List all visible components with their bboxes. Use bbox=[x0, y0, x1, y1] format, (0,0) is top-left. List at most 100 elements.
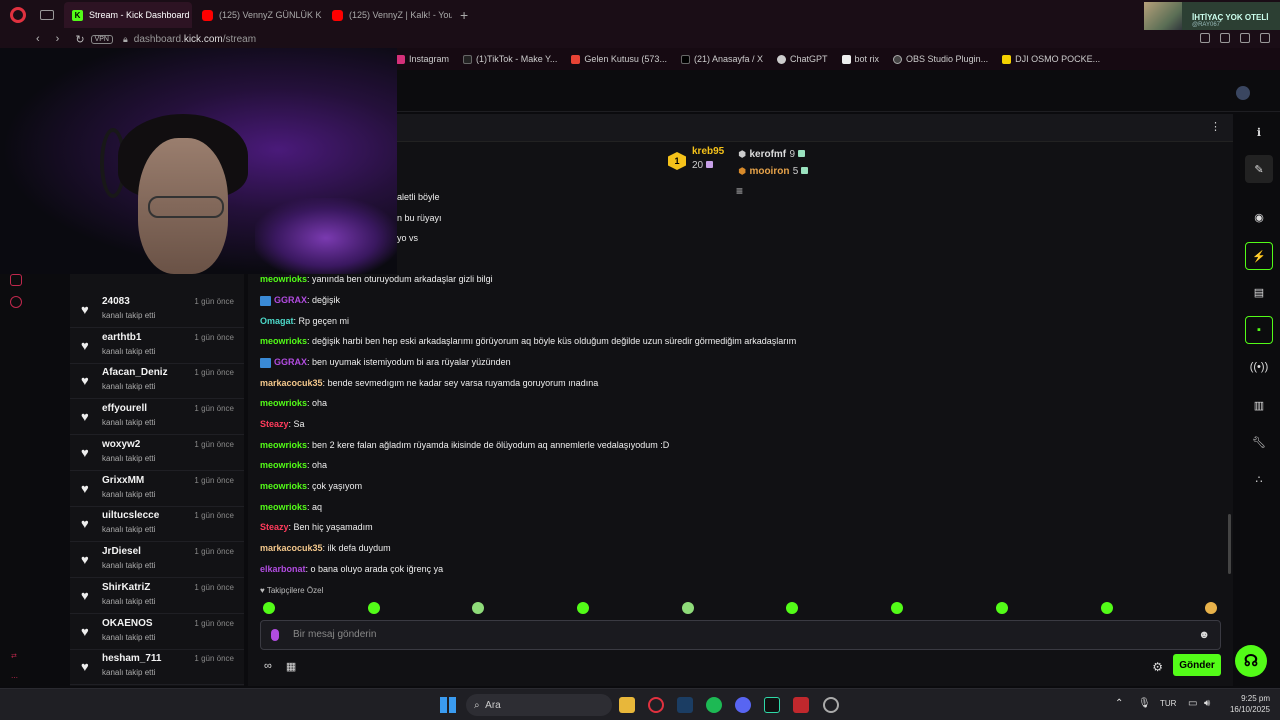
chat-settings-icon[interactable]: ⚙ bbox=[1152, 660, 1163, 674]
discord-icon[interactable] bbox=[735, 697, 751, 713]
nav-expand-icon[interactable]: ⇄ bbox=[11, 652, 17, 660]
emote-icon[interactable] bbox=[891, 602, 903, 614]
emote-icon[interactable] bbox=[1205, 602, 1217, 614]
tab-youtube-1[interactable]: (125) VennyZ GÜNLÜK K bbox=[194, 2, 322, 28]
emoji-picker-icon[interactable]: ☻ bbox=[1198, 629, 1210, 641]
spotify-icon[interactable] bbox=[706, 697, 722, 713]
chat-username[interactable]: elkarbonat bbox=[260, 564, 306, 574]
chat-username[interactable]: meowrioks bbox=[260, 481, 307, 491]
follower-item[interactable]: ♥ woxyw2 kanalı takip etti 1 gün önce bbox=[70, 435, 244, 471]
emote-icon[interactable] bbox=[682, 602, 694, 614]
emote-icon[interactable] bbox=[472, 602, 484, 614]
follower-item[interactable]: ♥ effyourell kanalı takip etti 1 gün önce bbox=[70, 399, 244, 435]
chat-username[interactable]: meowrioks bbox=[260, 274, 307, 284]
follower-item[interactable]: ♥ hesham_711 kanalı takip etti 1 gün önce bbox=[70, 649, 244, 685]
emote-icon[interactable] bbox=[577, 602, 589, 614]
emote-icon[interactable] bbox=[786, 602, 798, 614]
avatar[interactable] bbox=[1236, 86, 1250, 100]
mic-icon[interactable] bbox=[271, 629, 279, 641]
steam-icon[interactable] bbox=[677, 697, 693, 713]
reload-icon[interactable]: ↻ bbox=[75, 33, 84, 46]
extensions-icon[interactable] bbox=[1240, 33, 1250, 43]
bookmark-chatgpt[interactable]: ChatGPT bbox=[777, 54, 828, 64]
follower-item[interactable]: ♥ earthtb1 kanalı takip etti 1 gün önce bbox=[70, 328, 244, 364]
emote-icon[interactable] bbox=[263, 602, 275, 614]
microphone-icon[interactable]: 🎙︎ bbox=[1138, 698, 1151, 709]
follower-item[interactable]: ♥ GrixxMM kanalı takip etti 1 gün önce bbox=[70, 471, 244, 507]
follower-item[interactable]: ♥ ShirKatriZ kanalı takip etti 1 gün önce bbox=[70, 578, 244, 614]
chat-username[interactable]: Steazy bbox=[260, 419, 289, 429]
store-icon[interactable]: ▦ bbox=[286, 660, 296, 673]
follower-item[interactable]: ♥ 24083 kanalı takip etti 1 gün önce bbox=[70, 292, 244, 328]
media-app-icon[interactable] bbox=[793, 697, 809, 713]
info-icon[interactable]: ℹ bbox=[1245, 118, 1273, 146]
chat-icon[interactable]: ▪ bbox=[1245, 316, 1273, 344]
chat-username[interactable]: GGRAX bbox=[274, 295, 307, 305]
emote-icon[interactable] bbox=[1101, 602, 1113, 614]
file-explorer-icon[interactable] bbox=[619, 697, 635, 713]
nav-community-icon[interactable] bbox=[10, 274, 22, 286]
obs-icon[interactable] bbox=[823, 697, 839, 713]
follower-item[interactable]: ♥ OKAENOS kanalı takip etti 1 gün önce bbox=[70, 614, 244, 650]
chat-username[interactable]: meowrioks bbox=[260, 502, 307, 512]
chat-username[interactable]: meowrioks bbox=[260, 460, 307, 470]
opera-icon[interactable] bbox=[648, 697, 664, 713]
bookmark-dji[interactable]: DJI OSMO POCKE... bbox=[1002, 54, 1100, 64]
bookmark-icon[interactable] bbox=[1200, 33, 1210, 43]
leaderboard-third[interactable]: ⬢ mooiron 5 bbox=[738, 163, 809, 177]
leaderboard-second[interactable]: ⬢ kerofmf 9 bbox=[738, 146, 808, 160]
follower-item[interactable]: ♥ Afacan_Deniz kanalı takip etti 1 gün önce bbox=[70, 363, 244, 399]
network-icon[interactable]: ▭ bbox=[1188, 698, 1197, 709]
forward-icon[interactable]: › bbox=[56, 33, 60, 45]
nav-more-icon[interactable]: ⋯ bbox=[11, 674, 18, 682]
lock-icon[interactable]: 🔒︎ bbox=[123, 34, 128, 45]
nav-settings-icon[interactable] bbox=[10, 296, 22, 308]
chat-options-icon[interactable]: ⋮ bbox=[1210, 120, 1221, 133]
windows-start-icon[interactable] bbox=[440, 697, 456, 713]
emote-icon[interactable] bbox=[368, 602, 380, 614]
vpn-badge[interactable]: VPN bbox=[90, 34, 113, 44]
tab-kick-dashboard[interactable]: K Stream - Kick Dashboard bbox=[64, 2, 192, 28]
quick-actions-icon[interactable]: ⚡ bbox=[1245, 242, 1273, 270]
edit-icon[interactable]: ✎ bbox=[1245, 155, 1273, 183]
bookmark-tiktok[interactable]: (1)TikTok - Make Y... bbox=[463, 54, 557, 64]
follower-item[interactable]: ♥ JrDiesel kanalı takip etti 1 gün önce bbox=[70, 542, 244, 578]
tab-overview-icon[interactable] bbox=[40, 10, 54, 20]
opera-logo-icon[interactable] bbox=[10, 7, 26, 23]
tools-icon[interactable]: 🔧︎ bbox=[1245, 428, 1273, 456]
support-icon[interactable]: ☊ bbox=[1235, 645, 1267, 677]
chat-username[interactable]: meowrioks bbox=[260, 336, 307, 346]
bookmark-botrix[interactable]: bot rix bbox=[841, 54, 879, 64]
chat-scrollbar[interactable] bbox=[1228, 514, 1231, 574]
community-icon[interactable]: ∴ bbox=[1245, 465, 1273, 493]
new-tab-button[interactable]: + bbox=[460, 7, 468, 23]
chat-input[interactable]: Bir mesaj gönderin ☻ bbox=[260, 620, 1221, 650]
community-icon[interactable]: ∞ bbox=[264, 660, 272, 673]
menu-icon[interactable] bbox=[1260, 33, 1270, 43]
send-button[interactable]: Gönder bbox=[1173, 654, 1221, 676]
url-field[interactable]: dashboard.kick.com/stream bbox=[134, 34, 256, 45]
back-icon[interactable]: ‹ bbox=[36, 33, 40, 45]
chat-username[interactable]: markacocuk35 bbox=[260, 378, 323, 388]
chat-username[interactable]: meowrioks bbox=[260, 440, 307, 450]
chat-username[interactable]: markacocuk35 bbox=[260, 543, 323, 553]
language-indicator[interactable]: TUR bbox=[1160, 699, 1176, 708]
waveform-app-icon[interactable] bbox=[764, 697, 780, 713]
follower-item[interactable]: ♥ uiltucslecce kanalı takip etti 1 gün önce bbox=[70, 506, 244, 542]
chat-username[interactable]: meowrioks bbox=[260, 398, 307, 408]
screenshot-icon[interactable] bbox=[1220, 33, 1230, 43]
emote-icon[interactable] bbox=[996, 602, 1008, 614]
leaderboard-first[interactable]: 1 kreb95 20 bbox=[668, 146, 724, 186]
volume-icon[interactable]: 🔊︎ bbox=[1204, 698, 1210, 709]
chat-username[interactable]: Steazy bbox=[260, 522, 289, 532]
bookmark-x[interactable]: (21) Anasayfa / X bbox=[680, 54, 763, 64]
chat-username[interactable]: Omagat bbox=[260, 316, 294, 326]
taskbar-search[interactable]: ⌕ Ara bbox=[466, 694, 612, 716]
broadcast-icon[interactable]: ((•)) bbox=[1245, 353, 1273, 381]
tab-youtube-2[interactable]: (125) VennyZ | Kalk! - You bbox=[324, 2, 452, 28]
notes-icon[interactable]: ▤ bbox=[1245, 278, 1273, 306]
bookmark-instagram[interactable]: Instagram bbox=[396, 54, 449, 64]
clock[interactable]: 9:25 pm 16/10/2025 bbox=[1230, 693, 1270, 715]
leaderboard-toggle-icon[interactable]: ≡ bbox=[736, 184, 743, 198]
bookmark-gmail[interactable]: Gelen Kutusu (573... bbox=[571, 54, 667, 64]
